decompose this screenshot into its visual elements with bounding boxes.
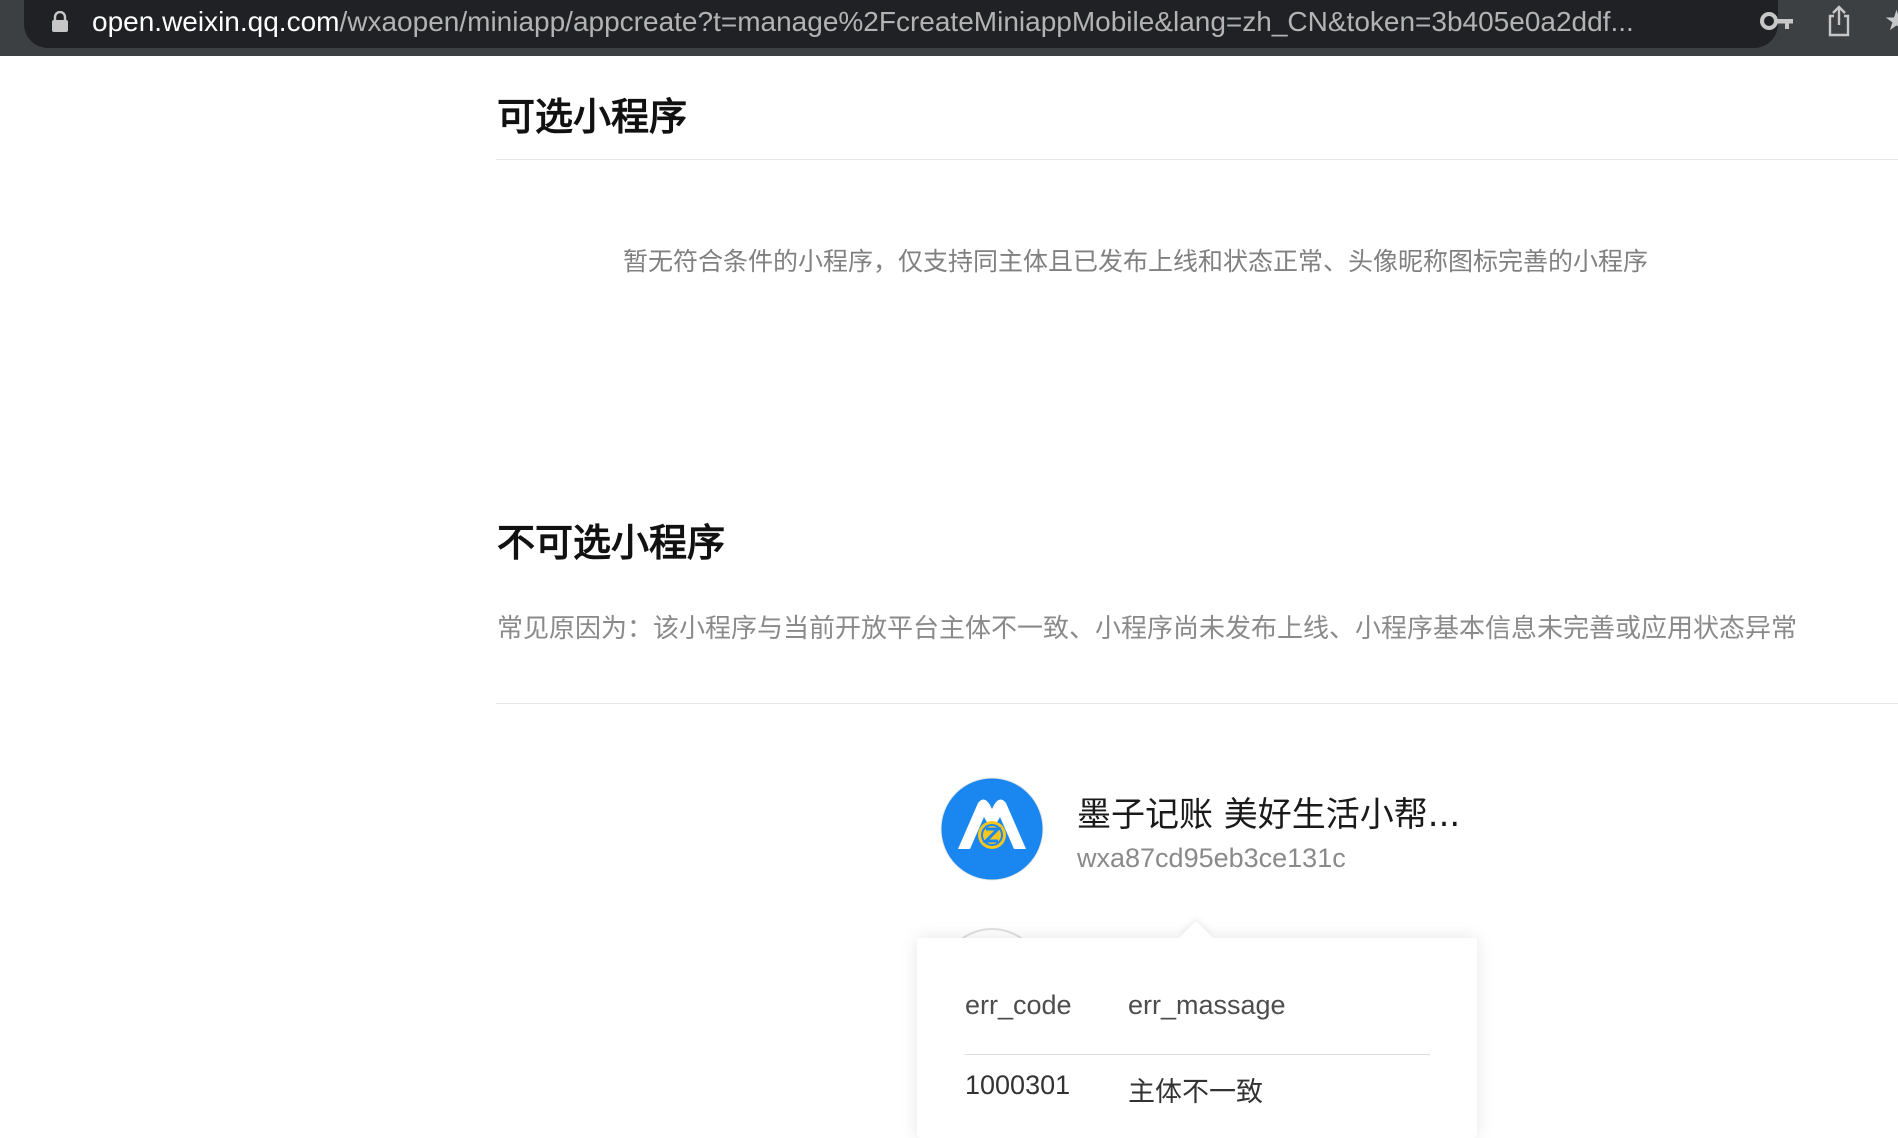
table-cell-err-code: 1000301: [965, 1070, 1071, 1100]
selectable-divider: [496, 159, 1898, 160]
url-host: open.weixin.qq.com: [92, 6, 340, 37]
unselectable-divider: [496, 703, 1898, 704]
key-icon[interactable]: [1760, 8, 1794, 34]
unselectable-reason: 常见原因为：该小程序与当前开放平台主体不一致、小程序尚未发布上线、小程序基本信息…: [497, 614, 1798, 644]
url-text[interactable]: open.weixin.qq.com/wxaopen/miniapp/appcr…: [92, 4, 1732, 40]
url-path: /wxaopen/miniapp/appcreate?t=manage%2Fcr…: [339, 6, 1634, 37]
popover-cover: [917, 938, 1477, 958]
selectable-empty-text: 暂无符合条件的小程序，仅支持同主体且已发布上线和状态正常、头像昵称图标完善的小程…: [623, 247, 1649, 276]
unselectable-title: 不可选小程序: [497, 521, 726, 565]
selectable-title: 可选小程序: [497, 95, 688, 139]
browser-toolbar: open.weixin.qq.com/wxaopen/miniapp/appcr…: [0, 0, 1898, 56]
app-name: 墨子记账 美好生活小帮...: [1077, 795, 1461, 835]
lock-icon[interactable]: [50, 11, 70, 33]
app-avatar-icon: [940, 777, 1044, 881]
star-icon[interactable]: ★: [1884, 6, 1898, 36]
col-header-err-message: err_massage: [1128, 990, 1286, 1020]
share-icon[interactable]: [1826, 4, 1852, 38]
app-id: wxa87cd95eb3ce131c: [1077, 843, 1346, 873]
popover-divider: [965, 1054, 1430, 1055]
unselectable-app-item[interactable]: 墨子记账 美好生活小帮... wxa87cd95eb3ce131c: [940, 777, 1540, 887]
col-header-err-code: err_code: [965, 990, 1072, 1020]
